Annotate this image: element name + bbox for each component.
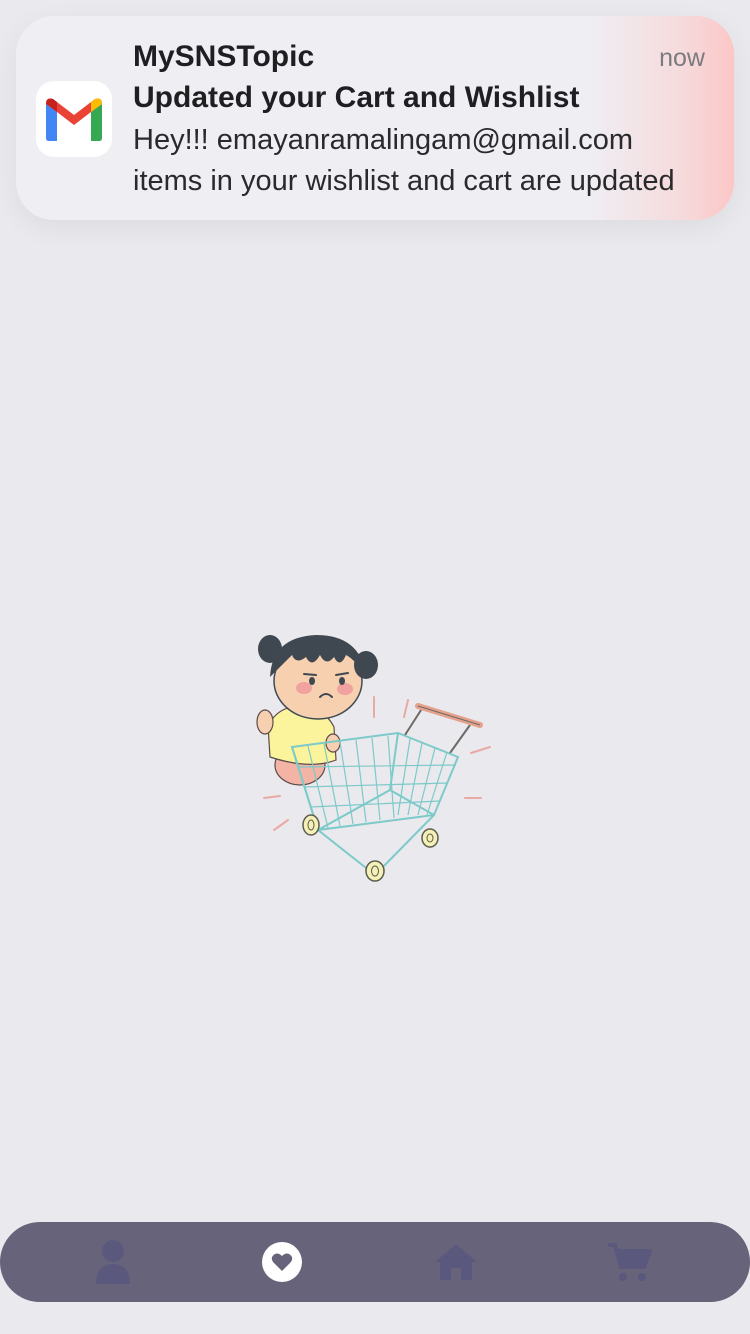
empty-cart-illustration — [250, 625, 500, 887]
notification-time: now — [659, 44, 705, 72]
notification-body-line: items in your wishlist and cart are upda… — [133, 165, 675, 197]
cart-icon — [608, 1243, 652, 1281]
nav-home-button[interactable] — [411, 1222, 501, 1302]
notification-title: Updated your Cart and Wishlist — [133, 81, 580, 114]
push-notification[interactable]: MySNSTopic now Updated your Cart and Wis… — [16, 16, 734, 220]
heart-icon — [262, 1242, 302, 1282]
bottom-nav — [0, 1222, 750, 1302]
home-icon — [435, 1244, 477, 1280]
notification-app-name: MySNSTopic — [133, 40, 315, 73]
nav-profile-button[interactable] — [68, 1222, 158, 1302]
nav-wishlist-button[interactable] — [237, 1222, 327, 1302]
nav-cart-button[interactable] — [584, 1222, 674, 1302]
notification-body: Hey!!! emayanramalingam@gmail.com items … — [133, 120, 705, 202]
notification-body-line: Hey!!! emayanramalingam@gmail.com — [133, 124, 634, 156]
profile-icon — [96, 1240, 130, 1284]
gmail-icon — [36, 81, 112, 157]
